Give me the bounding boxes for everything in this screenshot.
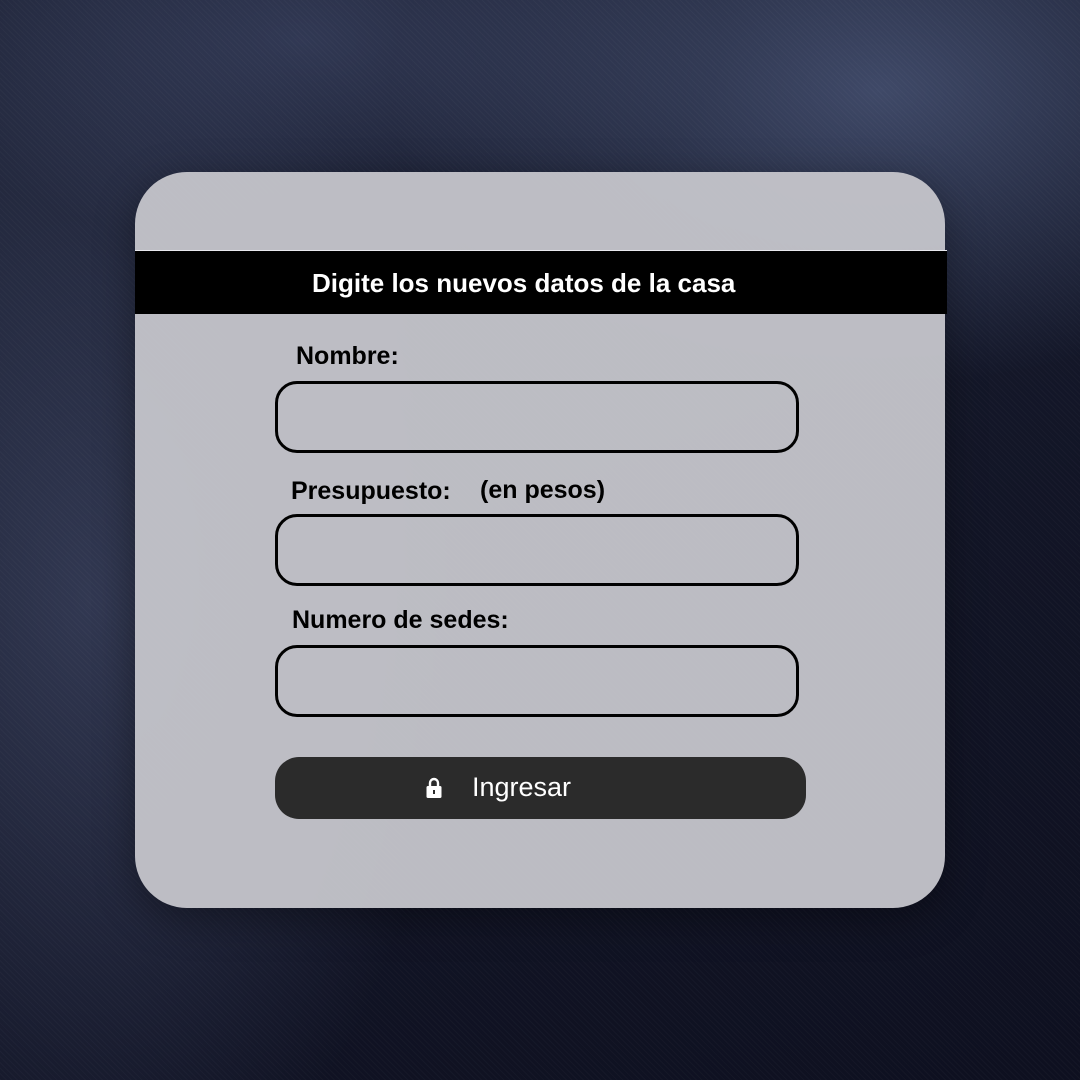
budget-label: Presupuesto: — [291, 477, 451, 505]
budget-hint: (en pesos) — [480, 476, 606, 504]
lock-icon — [426, 777, 442, 798]
branches-label: Numero de sedes: — [292, 606, 509, 634]
submit-button-label: Ingresar — [472, 772, 572, 802]
name-input[interactable] — [275, 381, 799, 453]
branches-input[interactable] — [275, 645, 799, 717]
form-title: Digite los nuevos datos de la casa — [312, 268, 736, 298]
budget-input[interactable] — [275, 514, 799, 586]
name-label: Nombre: — [296, 342, 399, 370]
